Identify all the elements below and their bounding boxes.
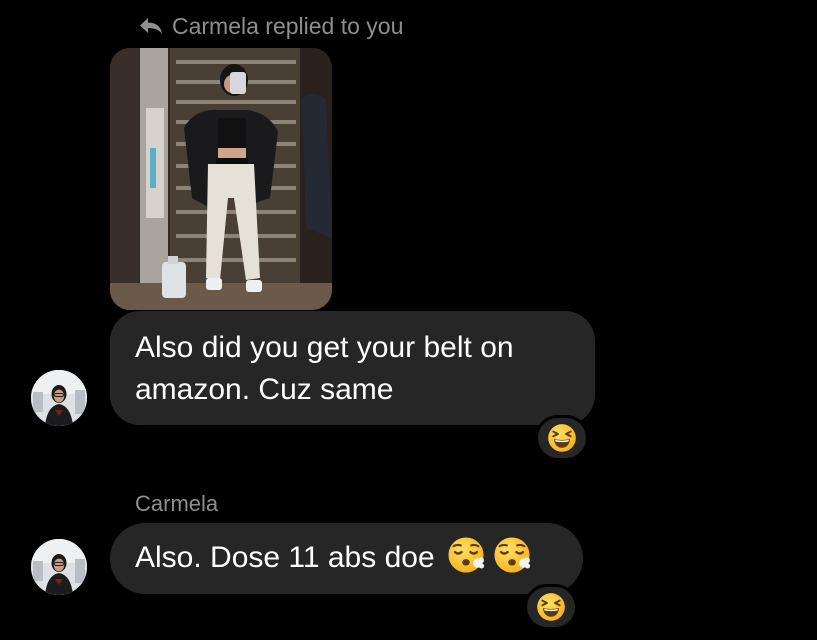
mirror-selfie-photo	[110, 48, 332, 310]
message-reaction[interactable]	[535, 415, 589, 461]
message-bubble[interactable]: Also. Dose 11 abs doe	[110, 523, 583, 594]
sender-name: Carmela	[135, 491, 219, 516]
avatar[interactable]	[31, 539, 87, 595]
laughing-squint-emoji-icon	[536, 592, 566, 622]
message-text: Also. Dose 11 abs doe	[135, 541, 435, 574]
avatar[interactable]	[31, 370, 87, 426]
reply-arrow-icon	[140, 18, 162, 34]
tired-face-emoji-icon	[492, 536, 531, 574]
message-reaction[interactable]	[524, 584, 578, 630]
message-text: Also did you get your belt on amazon. Cu…	[135, 331, 514, 406]
laughing-squint-emoji-icon	[547, 423, 577, 453]
message-bubble[interactable]: Also did you get your belt on amazon. Cu…	[110, 311, 595, 425]
reply-context: Carmela replied to you	[138, 10, 403, 42]
tired-face-emoji-icon	[446, 536, 485, 574]
profile-photo	[31, 370, 87, 426]
reply-context-text: Carmela replied to you	[172, 12, 404, 39]
replied-photo[interactable]	[110, 48, 332, 310]
profile-photo	[31, 539, 87, 595]
